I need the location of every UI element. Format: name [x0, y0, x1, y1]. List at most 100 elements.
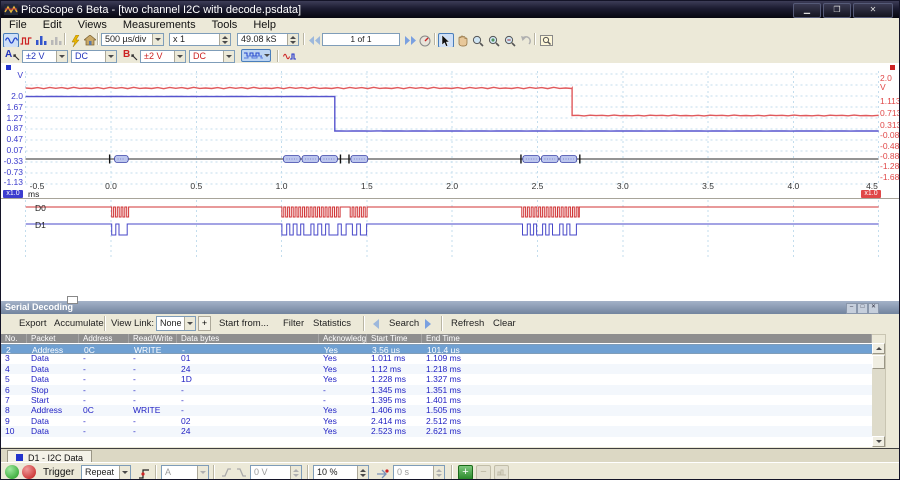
left-zoom-badge[interactable]: x1.0 — [3, 190, 23, 198]
undo-zoom-button[interactable] — [518, 33, 534, 48]
scope-view-button[interactable] — [3, 33, 19, 48]
filter-button[interactable]: Filter — [283, 316, 304, 331]
add-link-button[interactable]: + — [198, 316, 211, 331]
channel-b-coupling-select[interactable]: DC — [189, 50, 235, 63]
persistence-view-button[interactable] — [18, 33, 34, 48]
right-axis-tick: -1.287 — [880, 162, 900, 170]
auto-setup-button[interactable] — [67, 33, 83, 48]
table-row[interactable]: 3Data--01Yes1.011 ms1.109 ms — [1, 353, 872, 363]
table-cell: - — [129, 395, 177, 405]
scroll-up-button[interactable] — [872, 343, 885, 354]
timebase-select[interactable]: 500 µs/div — [101, 33, 164, 46]
start-capture-button[interactable] — [5, 465, 19, 479]
zoom-factor-spinner[interactable]: x 1 — [169, 33, 231, 46]
splitter-grip[interactable] — [67, 296, 78, 304]
digital-channel-label: D0 — [35, 204, 46, 212]
samples-spinner[interactable]: 49.08 kS — [237, 33, 299, 46]
xy-view-button[interactable] — [48, 33, 64, 48]
close-button[interactable]: ✕ — [853, 3, 893, 18]
column-header-read-write[interactable]: Read/Write — [129, 334, 177, 343]
search-previous-icon[interactable] — [373, 319, 379, 329]
spectrum-view-button[interactable] — [33, 33, 49, 48]
menu-item-measurements[interactable]: Measurements — [115, 19, 204, 31]
table-row[interactable]: 5Data--1DYes1.228 ms1.327 ms — [1, 374, 872, 384]
column-header-start-time[interactable]: Start Time — [367, 334, 422, 343]
panel-maximize-button[interactable]: □ — [857, 303, 868, 314]
table-row[interactable]: 8Address0CWRITE-Yes1.406 ms1.505 ms — [1, 405, 872, 415]
accumulate-button[interactable]: Accumulate — [54, 316, 104, 331]
stop-capture-button[interactable] — [22, 465, 36, 479]
menu-item-help[interactable]: Help — [245, 19, 284, 31]
column-header-packet[interactable]: Packet — [27, 334, 79, 343]
trigger-edge-icon[interactable] — [135, 465, 153, 480]
x-axis-tick: 1.0 — [267, 182, 297, 190]
panel-minimize-button[interactable]: – — [846, 303, 857, 314]
channel-a-range-select[interactable]: ±2 V — [22, 50, 68, 63]
scroll-thumb[interactable] — [872, 355, 885, 369]
zoom-overview-button[interactable] — [538, 33, 554, 48]
column-header-data-bytes[interactable]: Data bytes — [177, 334, 319, 343]
x-axis-tick: 2.5 — [523, 182, 553, 190]
table-cell: - — [177, 395, 319, 405]
clear-button[interactable]: Clear — [493, 316, 516, 331]
table-cell: 101.4 µs — [423, 345, 872, 353]
channel-b-range-select[interactable]: ±2 V — [140, 50, 186, 63]
menu-item-edit[interactable]: Edit — [35, 19, 70, 31]
table-row[interactable]: 10Data--24Yes2.523 ms2.621 ms — [1, 426, 872, 436]
link-select[interactable]: None — [156, 316, 196, 331]
digital-channels-button[interactable] — [241, 49, 271, 62]
table-cell: 1.401 ms — [422, 395, 872, 405]
marquee-zoom-button[interactable] — [470, 33, 486, 48]
restore-button[interactable]: ❐ — [823, 3, 851, 18]
pretrigger-spinner[interactable]: 10 % — [313, 465, 369, 480]
table-row[interactable]: 7Start----1.395 ms1.401 ms — [1, 395, 872, 405]
add-measurement-button[interactable]: + — [458, 465, 473, 480]
signal-generator-button[interactable] — [282, 49, 298, 64]
trigger-mode-select[interactable]: Repeat — [81, 465, 131, 480]
home-button[interactable] — [82, 33, 98, 48]
x-axis-unit: ms — [28, 190, 39, 198]
table-cell: 2 — [2, 345, 28, 353]
zoom-in-button[interactable] — [486, 33, 502, 48]
link-label: Link: — [134, 316, 154, 331]
hand-tool-button[interactable] — [454, 33, 470, 48]
buffer-indicator: 1 of 1 — [322, 33, 400, 46]
scope-view[interactable]: V 2.01.671.270.870.470.07-0.33-0.73-1.13… — [1, 63, 900, 301]
table-cell: Yes — [319, 364, 367, 374]
right-zoom-badge[interactable]: x1.0 — [861, 190, 881, 198]
minimize-button[interactable]: ▁ — [793, 3, 821, 18]
pointer-tool-button[interactable] — [438, 33, 454, 48]
column-header-end-time[interactable]: End Time — [422, 334, 872, 343]
table-row[interactable]: 6Stop----1.345 ms1.351 ms — [1, 385, 872, 395]
buffer-overview-button[interactable] — [417, 33, 433, 48]
channel-a-coupling-select[interactable]: DC — [71, 50, 117, 63]
refresh-button[interactable]: Refresh — [451, 316, 484, 331]
channel-b-probe-icon — [131, 54, 138, 61]
channel-b-corner-marker — [890, 65, 895, 70]
column-header-no-[interactable]: No. — [1, 334, 27, 343]
zoom-out-button[interactable] — [502, 33, 518, 48]
table-row[interactable]: 9Data--02Yes2.414 ms2.512 ms — [1, 416, 872, 426]
previous-buffer-button[interactable] — [306, 33, 322, 48]
table-row[interactable]: 2Address0CWRITE-Yes3.56 µs101.4 µs — [1, 344, 872, 354]
table-cell: - — [79, 364, 129, 374]
app-icon — [4, 4, 18, 15]
column-header-acknowledge[interactable]: Acknowledge — [319, 334, 367, 343]
scroll-down-button[interactable] — [872, 436, 885, 447]
column-header-address[interactable]: Address — [79, 334, 129, 343]
export-button[interactable]: Export — [19, 316, 46, 331]
menu-item-file[interactable]: File — [1, 19, 35, 31]
view-button[interactable]: View — [111, 316, 131, 331]
statistics-button[interactable]: Statistics — [313, 316, 351, 331]
table-row[interactable]: 4Data--24Yes1.12 ms1.218 ms — [1, 364, 872, 374]
panel-close-button[interactable]: ✕ — [868, 303, 879, 314]
next-buffer-button[interactable] — [402, 33, 418, 48]
start-from-button[interactable]: Start from... — [219, 316, 269, 331]
menu-item-views[interactable]: Views — [70, 19, 115, 31]
serial-decoding-panel-title[interactable]: Serial Decoding — [1, 301, 900, 314]
search-next-icon[interactable] — [425, 319, 431, 329]
trigger-time-marker-icon[interactable] — [373, 465, 391, 480]
search-button[interactable]: Search — [389, 316, 419, 331]
menu-item-tools[interactable]: Tools — [204, 19, 246, 31]
table-cell: 24 — [177, 364, 319, 374]
